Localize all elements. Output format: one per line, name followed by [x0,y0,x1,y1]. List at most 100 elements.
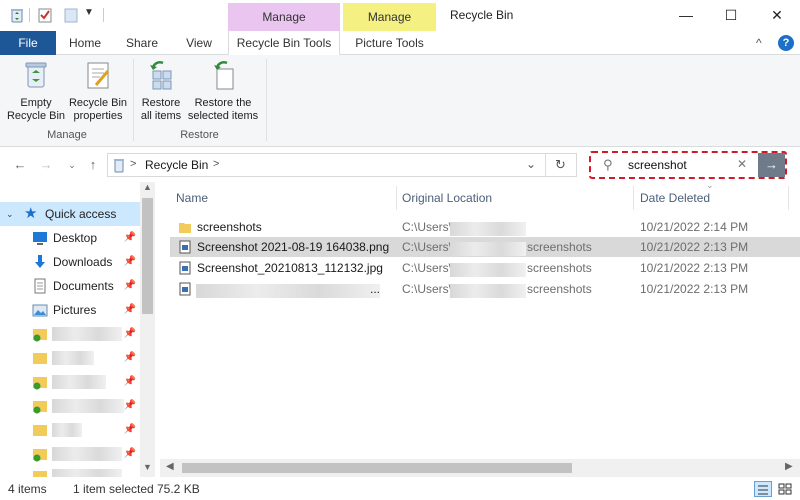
address-dropdown-icon[interactable]: ⌄ [526,157,536,171]
nav-item-redacted[interactable]: 📌 [0,370,140,394]
restore-selected-label-1: Restore the [194,97,252,109]
scroll-thumb[interactable] [142,198,153,314]
file-date: 10/21/2022 2:13 PM [640,282,749,296]
column-separator[interactable] [633,186,634,210]
address-bar[interactable]: > Recycle Bin > ⌄ ↻ [107,153,577,177]
nav-item-redacted[interactable]: 📌 [0,442,140,466]
clear-search-icon[interactable]: ✕ [737,157,747,171]
pin-icon: 📌 [123,424,136,435]
image-file-icon [178,240,192,254]
refresh-icon[interactable]: ↻ [555,157,566,173]
tab-recycle-bin-tools[interactable]: Recycle Bin Tools [228,31,340,56]
horizontal-scroll-thumb[interactable] [182,463,572,473]
scroll-right-icon[interactable]: ▶ [785,461,793,472]
file-date: 10/21/2022 2:13 PM [640,261,749,275]
empty-recycle-bin-icon [20,59,52,91]
search-go-button[interactable]: → [758,153,785,177]
file-row[interactable]: Screenshot_20210813_112132.jpg C:\Users\… [170,258,800,278]
forward-arrow-icon[interactable]: → [37,156,55,174]
recent-locations-chevron-icon[interactable]: ⌄ [63,156,81,174]
file-list-horizontal-scrollbar[interactable]: ◀ ▶ [160,459,800,477]
nav-quick-access[interactable]: ⌄ ★ Quick access [0,202,140,226]
up-arrow-icon[interactable]: ↑ [84,156,102,174]
restore-selected-label-2: selected items [187,110,259,122]
column-separator[interactable] [788,186,789,210]
large-icons-view-icon[interactable] [777,481,795,497]
help-icon[interactable]: ? [778,35,794,51]
nav-item-label: Downloads [53,255,113,269]
file-row[interactable]: ... C:\Users\ screenshots 10/21/2022 2:1… [170,279,800,299]
nav-item-redacted[interactable] [0,464,140,477]
pin-icon: 📌 [123,256,136,267]
breadcrumb-separator[interactable]: > [130,158,136,170]
search-input[interactable]: screenshot [628,158,687,172]
file-date: 10/21/2022 2:14 PM [640,220,749,234]
minimize-button[interactable]: — [663,0,709,31]
file-location: C:\Users\ [402,261,450,275]
ribbon-panel: Empty Recycle Bin Recycle Bin properties… [0,55,800,147]
tab-picture-tools[interactable]: Picture Tools [343,31,436,55]
scroll-up-icon[interactable]: ▲ [143,182,152,192]
file-date: 10/21/2022 2:13 PM [640,240,749,254]
file-row-selected[interactable]: Screenshot 2021-08-19 164038.png C:\User… [170,237,800,257]
nav-item-redacted[interactable]: 📌 [0,418,140,442]
nav-item-pictures[interactable]: Pictures 📌 [0,298,140,322]
status-size: 75.2 KB [157,482,200,496]
empty-recycle-bin-button[interactable]: Empty Recycle Bin [5,59,67,123]
nav-item-redacted[interactable]: 📌 [0,346,140,370]
restore-selected-icon [207,59,239,91]
synced-folder-icon [32,398,48,414]
restore-all-label-2: all items [140,110,182,122]
navpane-vertical-scrollbar[interactable]: ▲ ▼ [140,182,155,477]
column-separator[interactable] [396,186,397,210]
tab-file[interactable]: File [0,31,56,55]
file-name: screenshots [197,220,262,234]
restore-all-items-button[interactable]: Restore all items [137,59,185,123]
column-header-date-deleted[interactable]: Date Deleted [640,182,790,214]
scroll-down-icon[interactable]: ▼ [143,462,152,472]
tab-share[interactable]: Share [118,31,166,55]
nav-item-documents[interactable]: Documents 📌 [0,274,140,298]
nav-item-redacted[interactable]: 📌 [0,322,140,346]
nav-item-label: Documents [53,279,114,293]
properties-qat-icon[interactable] [37,7,53,23]
new-folder-qat-icon[interactable] [63,7,79,23]
file-location: C:\Users\ [402,240,450,254]
column-header-original-location[interactable]: Original Location [402,182,634,214]
collapse-ribbon-icon[interactable]: ^ [756,36,762,50]
pin-icon: 📌 [123,232,136,243]
nav-item-desktop[interactable]: Desktop 📌 [0,226,140,250]
ribbon-group-separator-2 [266,59,267,141]
details-view-icon[interactable] [754,481,772,497]
pin-icon: 📌 [123,448,136,459]
recycle-bin-properties-button[interactable]: Recycle Bin properties [67,59,129,123]
address-divider [545,154,546,176]
file-name: ... [370,282,381,296]
restore-selected-items-button[interactable]: Restore the selected items [186,59,260,123]
nav-item-redacted[interactable]: 📌 [0,394,140,418]
breadcrumb-separator-2[interactable]: > [213,158,219,170]
folder-icon [178,220,192,234]
search-box[interactable]: ⚲ screenshot ✕ → [589,151,787,179]
redacted-label [52,399,124,413]
tab-home[interactable]: Home [62,31,108,55]
recycle-bin-location-icon [111,157,127,173]
column-header-name[interactable]: Name [176,182,396,214]
close-button[interactable]: ✕ [754,0,800,31]
qat-separator [29,8,30,22]
breadcrumb-recycle-bin[interactable]: Recycle Bin [145,158,208,172]
nav-item-downloads[interactable]: Downloads 📌 [0,250,140,274]
manage-context-header-recycle: Manage [228,3,340,31]
file-row[interactable]: screenshots C:\Users\ 10/21/2022 2:14 PM [170,217,800,237]
file-name: Screenshot 2021-08-19 164038.png [197,240,390,254]
tab-view[interactable]: View [176,31,222,55]
qat-separator-2 [103,8,104,22]
customize-qat-dropdown-icon[interactable]: ▼ [84,7,94,18]
nav-quick-access-label: Quick access [45,207,117,221]
empty-recycle-bin-label-2: Recycle Bin [6,110,66,122]
image-file-icon [178,261,192,275]
back-arrow-icon[interactable]: ← [11,156,29,174]
maximize-button[interactable]: ☐ [708,0,754,31]
scroll-left-icon[interactable]: ◀ [166,461,174,472]
expand-chevron-icon[interactable]: ⌄ [6,202,14,226]
